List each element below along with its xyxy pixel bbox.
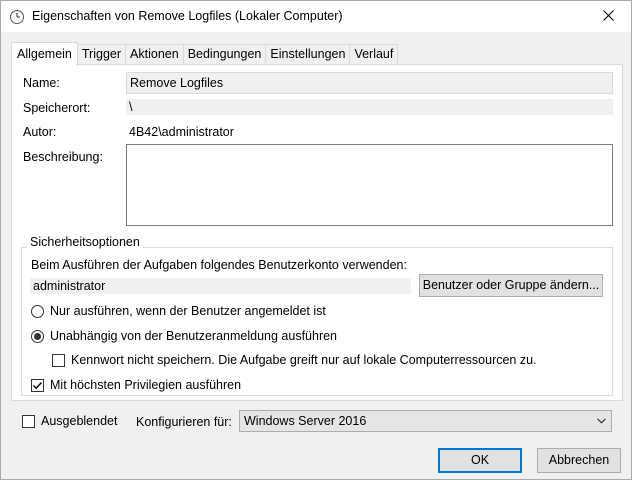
highest-privileges-label[interactable]: Mit höchsten Privilegien ausführen [50,378,241,392]
radio-run-logged-on[interactable] [31,305,44,318]
tab-allgemein[interactable]: Allgemein [11,42,78,66]
name-field[interactable]: Remove Logfiles [126,72,613,94]
author-label: Autor: [23,125,57,139]
task-properties-dialog: Eigenschaften von Remove Logfiles (Lokal… [0,0,632,480]
configure-for-select[interactable]: Windows Server 2016 [239,410,612,432]
description-textarea[interactable] [126,144,613,226]
location-field[interactable]: \ [126,99,613,115]
tab-bedingungen[interactable]: Bedingungen [182,44,267,65]
highest-privileges-checkbox[interactable] [31,379,44,392]
title-bar: Eigenschaften von Remove Logfiles (Lokal… [1,1,631,32]
account-field[interactable]: administrator [30,278,411,294]
radio-selected-dot [34,333,41,340]
close-button[interactable] [585,1,631,32]
no-store-password-label[interactable]: Kennwort nicht speichern. Die Aufgabe gr… [71,353,537,367]
configure-label: Konfigurieren für: [136,415,232,429]
radio-run-logged-on-label[interactable]: Nur ausführen, wenn der Benutzer angemel… [50,304,326,318]
tab-strip: Allgemein Trigger Aktionen Bedingungen E… [11,42,399,66]
no-store-password-checkbox[interactable] [52,354,65,367]
hidden-label[interactable]: Ausgeblendet [41,414,117,428]
security-group-title: Sicherheitsoptionen [27,235,143,249]
tab-verlauf[interactable]: Verlauf [349,44,399,65]
chevron-down-icon [597,411,606,431]
change-user-button[interactable]: Benutzer oder Gruppe ändern... [419,274,603,297]
description-label: Beschreibung: [23,150,103,164]
account-prompt: Beim Ausführen der Aufgaben folgendes Be… [31,258,407,272]
tab-einstellungen[interactable]: Einstellungen [265,44,351,65]
hidden-checkbox[interactable] [22,415,35,428]
name-label: Name: [23,76,60,90]
general-tab-panel: Name: Remove Logfiles Speicherort: \ Aut… [11,64,623,401]
radio-run-independent-label[interactable]: Unabhängig von der Benutzeranmeldung aus… [50,329,337,343]
ok-button[interactable]: OK [438,448,522,473]
author-value: 4B42\administrator [129,125,234,139]
cancel-button[interactable]: Abbrechen [537,448,621,473]
close-icon [602,9,614,24]
tab-trigger[interactable]: Trigger [76,44,127,65]
tab-aktionen[interactable]: Aktionen [125,44,184,65]
configure-for-value: Windows Server 2016 [244,414,367,428]
radio-run-independent[interactable] [31,330,44,343]
location-label: Speicherort: [23,101,91,115]
clock-icon [9,9,25,25]
window-title: Eigenschaften von Remove Logfiles (Lokal… [32,9,343,23]
checkmark-icon [33,382,43,390]
